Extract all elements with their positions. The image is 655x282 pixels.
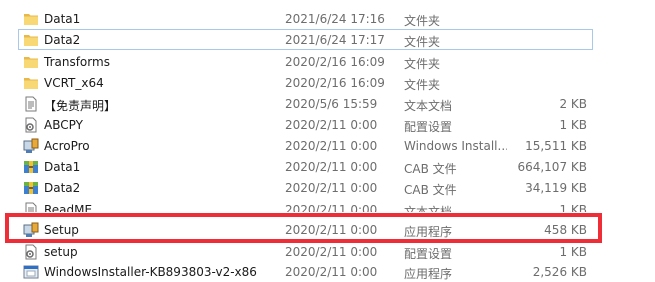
file-size: 15,511 KB — [525, 139, 587, 153]
file-type: 文本文档 — [404, 99, 453, 113]
file-type: CAB 文件 — [404, 162, 457, 176]
file-name: VCRT_x64 — [44, 76, 104, 90]
file-row[interactable]: Data1 2021/6/24 17:16 文件夹 — [18, 8, 593, 29]
file-name: ABCPY — [44, 118, 83, 132]
text-document-icon — [23, 202, 39, 212]
file-date: 2020/2/11 0:00 — [285, 139, 378, 153]
file-date: 2020/2/11 0:00 — [285, 181, 378, 195]
file-name: Data1 — [44, 160, 81, 174]
file-type: CAB 文件 — [404, 183, 457, 197]
file-name: WindowsInstaller-KB893803-v2-x86 — [44, 265, 257, 279]
text-document-icon — [23, 96, 39, 112]
file-row[interactable]: ABCPY 2020/2/11 0:00 配置设置 1 KB — [18, 114, 593, 135]
file-name: AcroPro — [44, 139, 90, 153]
file-size: 664,107 KB — [517, 160, 587, 174]
file-size: 2 KB — [559, 97, 587, 111]
folder-icon — [23, 54, 39, 70]
file-size: 1 KB — [559, 203, 587, 213]
file-type: 文件夹 — [404, 57, 441, 71]
file-date: 2020/2/16 16:09 — [285, 55, 385, 69]
file-row[interactable]: Data2 2020/2/11 0:00 CAB 文件 34,119 KB — [18, 177, 593, 198]
file-name: ReadME — [44, 203, 93, 213]
file-name: setup — [44, 245, 78, 259]
file-size: 2,526 KB — [532, 265, 587, 279]
file-row[interactable]: 【免责声明】 2020/5/6 15:59 文本文档 2 KB — [18, 93, 593, 114]
folder-icon — [23, 32, 39, 48]
file-name: Data1 — [44, 12, 81, 26]
file-row[interactable]: setup 2020/2/11 0:00 配置设置 1 KB — [18, 241, 593, 262]
file-name: Transforms — [44, 55, 110, 69]
file-size: 1 KB — [559, 118, 587, 132]
file-name: Data2 — [44, 181, 81, 195]
file-type: 配置设置 — [404, 120, 453, 134]
file-type: 文件夹 — [404, 78, 441, 92]
file-date: 2020/5/6 15:59 — [285, 97, 378, 111]
file-row[interactable]: Transforms 2020/2/16 16:09 文件夹 — [18, 51, 593, 72]
file-date: 2021/6/24 17:16 — [285, 12, 385, 26]
file-type: 文本文档 — [404, 205, 453, 213]
file-name: 【免责声明】 — [44, 99, 117, 113]
file-date: 2020/2/11 0:00 — [285, 245, 378, 259]
file-date: 2020/2/11 0:00 — [285, 160, 378, 174]
file-row[interactable]: ReadME 2020/2/11 0:00 文本文档 1 KB — [18, 199, 593, 213]
file-type: 配置设置 — [404, 247, 453, 261]
installer-icon — [23, 138, 39, 154]
file-date: 2021/6/24 17:17 — [285, 33, 385, 47]
config-file-icon — [23, 117, 39, 133]
folder-icon — [23, 11, 39, 27]
cab-archive-icon — [23, 180, 39, 196]
file-row[interactable]: VCRT_x64 2020/2/16 16:09 文件夹 — [18, 72, 593, 93]
file-date: 2020/2/11 0:00 — [285, 203, 378, 213]
file-row[interactable]: Data1 2020/2/11 0:00 CAB 文件 664,107 KB — [18, 156, 593, 177]
file-size: 1 KB — [559, 245, 587, 259]
highlight-box — [5, 213, 602, 243]
file-row[interactable]: WindowsInstaller-KB893803-v2-x86 2020/2/… — [18, 261, 593, 282]
file-type: Windows Install... — [404, 139, 507, 153]
file-name: Data2 — [44, 33, 81, 47]
config-file-icon — [23, 244, 39, 260]
file-type: 文件夹 — [404, 35, 441, 49]
file-row[interactable]: Data2 2021/6/24 17:17 文件夹 — [18, 29, 593, 50]
file-date: 2020/2/16 16:09 — [285, 76, 385, 90]
file-size: 34,119 KB — [525, 181, 587, 195]
folder-icon — [23, 75, 39, 91]
file-row[interactable]: AcroPro 2020/2/11 0:00 Windows Install..… — [18, 135, 593, 156]
windows-app-icon — [23, 264, 39, 280]
file-date: 2020/2/11 0:00 — [285, 118, 378, 132]
file-type: 应用程序 — [404, 267, 453, 281]
file-type: 文件夹 — [404, 14, 441, 28]
file-date: 2020/2/11 0:00 — [285, 265, 378, 279]
cab-archive-icon — [23, 159, 39, 175]
